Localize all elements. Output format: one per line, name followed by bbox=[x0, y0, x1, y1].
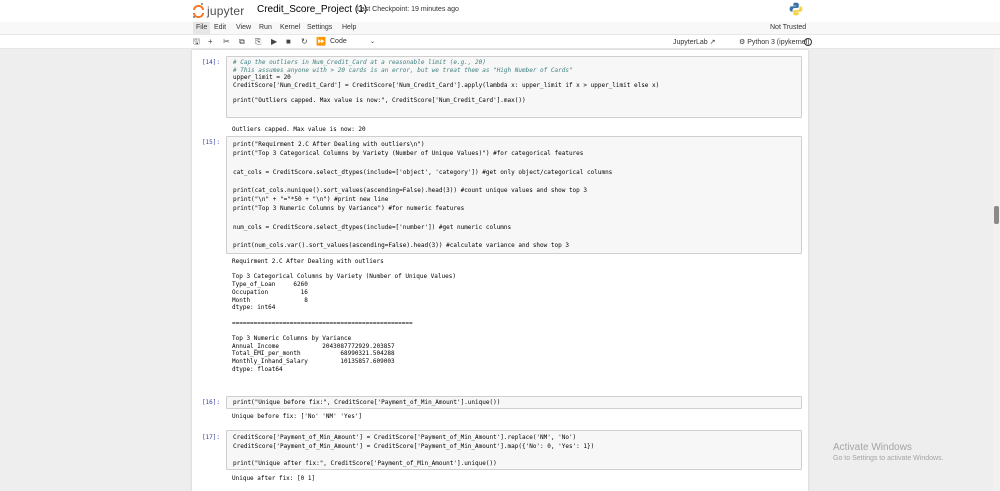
output-line: Requirment 2.C After Dealing with outlie… bbox=[232, 258, 384, 265]
stop-icon[interactable]: ■ bbox=[286, 37, 291, 47]
code-line: # Cap the outliers in Num_Credit_Card at… bbox=[233, 59, 486, 66]
scrollbar-thumb[interactable] bbox=[994, 206, 999, 224]
menu-edit[interactable]: Edit bbox=[214, 24, 226, 31]
code-line: print(cat_cols.nunique().sort_values(asc… bbox=[233, 187, 588, 195]
kernel-label: Python 3 (ipykernel) bbox=[747, 39, 810, 46]
cell-prompt: [15]: bbox=[201, 139, 220, 146]
code-line: print("\n" + "="*50 + "\n") #print new l… bbox=[233, 196, 389, 204]
cell-type-value: Code bbox=[330, 38, 347, 45]
output-line: Monthly_Inhand_Salary 10135857.609003 bbox=[232, 358, 395, 366]
code-line: print("Top 3 Categorical Columns by Vari… bbox=[233, 150, 584, 158]
code-line: CreditScore['Num_Credit_Card'] = CreditS… bbox=[233, 81, 660, 89]
notebook-area: [14]: # Cap the outliers in Num_Credit_C… bbox=[0, 50, 1000, 491]
cell-prompt: [16]: bbox=[201, 399, 220, 406]
output-line: Top 3 Categorical Columns by Variety (Nu… bbox=[232, 273, 456, 281]
menu-help[interactable]: Help bbox=[342, 24, 356, 31]
code-line: print("Top 3 Numeric Columns by Variance… bbox=[233, 205, 465, 213]
add-cell-icon[interactable]: + bbox=[208, 37, 213, 47]
scrollbar-track[interactable] bbox=[993, 50, 1000, 491]
output-line: Month 8 bbox=[232, 296, 308, 304]
save-icon[interactable]: 🖫 bbox=[193, 37, 200, 47]
jupyter-logo[interactable]: jupyter bbox=[193, 1, 253, 21]
cell-type-select[interactable]: Code ⌄ bbox=[330, 37, 378, 47]
menu-file[interactable]: File bbox=[193, 22, 211, 35]
output-line: dtype: int64 bbox=[232, 304, 276, 312]
notebook-title[interactable]: Credit_Score_Project (1) bbox=[257, 4, 367, 15]
kernel-name[interactable]: ⚙ Python 3 (ipykernel) bbox=[739, 38, 810, 46]
menu-kernel[interactable]: Kernel bbox=[280, 24, 300, 31]
output-line: Annual_Income 2043087772929.203857 bbox=[232, 342, 395, 350]
output-line: Unique before fix: ['No' 'NM' 'Yes'] bbox=[232, 413, 363, 420]
watermark-subtitle: Go to Settings to activate Windows. bbox=[833, 455, 944, 462]
output-line: Total_EMI_per_month 68990321.504288 bbox=[232, 350, 395, 358]
code-line: CreditScore['Payment_of_Min_Amount'] = C… bbox=[233, 434, 577, 441]
code-line: print("Unique after fix:", CreditScore['… bbox=[233, 460, 497, 468]
output-line: Occupation 16 bbox=[232, 288, 308, 296]
output-line: Unique after fix: [0 1] bbox=[232, 475, 316, 482]
logo-text: jupyter bbox=[207, 4, 245, 18]
code-editor[interactable]: CreditScore['Payment_of_Min_Amount'] = C… bbox=[227, 431, 801, 469]
watermark-title: Activate Windows bbox=[833, 442, 912, 453]
jupyterlab-link[interactable]: JupyterLab ↗ bbox=[673, 38, 715, 46]
menu-view[interactable]: View bbox=[236, 24, 251, 31]
cell-input[interactable]: CreditScore['Payment_of_Min_Amount'] = C… bbox=[226, 430, 802, 470]
jupyter-notebook-window: jupyter Credit_Score_Project (1) Last Ch… bbox=[0, 0, 1000, 491]
menu-bar: File Edit View Run Kernel Settings Help … bbox=[0, 22, 1000, 35]
kernel-status-icon bbox=[804, 38, 812, 46]
activate-windows-watermark: Activate Windows Go to Settings to activ… bbox=[833, 442, 944, 462]
code-line: cat_cols = CreditScore.select_dtypes(inc… bbox=[233, 168, 613, 176]
code-line: print(num_cols.var().sort_values(ascendi… bbox=[233, 242, 569, 250]
code-editor[interactable]: print("Unique before fix:", CreditScore[… bbox=[227, 397, 801, 407]
output-line: Top 3 Numeric Columns by Variance bbox=[232, 335, 352, 343]
output-line: Type_of_Loan 6260 bbox=[232, 281, 308, 289]
cut-icon[interactable]: ✂ bbox=[223, 37, 230, 47]
notebook-page: [14]: # Cap the outliers in Num_Credit_C… bbox=[192, 50, 808, 491]
run-icon[interactable]: ▶ bbox=[271, 37, 277, 47]
code-line: CreditScore['Payment_of_Min_Amount'] = C… bbox=[233, 442, 595, 450]
fast-forward-icon[interactable]: ⏩ bbox=[316, 37, 326, 47]
code-line: # This assumes anyone with > 20 cards is… bbox=[233, 66, 573, 74]
output-line: Outliers capped. Max value is now: 20 bbox=[232, 126, 366, 133]
code-line: num_cols = CreditScore.select_dtypes(inc… bbox=[233, 223, 512, 231]
code-line: upper_limit = 20 bbox=[233, 74, 291, 82]
cell-input[interactable]: print("Requirment 2.C After Dealing with… bbox=[226, 136, 802, 254]
notebook-toolbar: 🖫 + ✂ ⧉ ⎘ ▶ ■ ↻ ⏩ Code ⌄ JupyterLab ↗ ⚙ … bbox=[0, 35, 1000, 49]
gear-icon: ⚙ bbox=[739, 39, 746, 46]
jupyterlab-label: JupyterLab bbox=[673, 39, 708, 46]
external-link-icon: ↗ bbox=[709, 39, 716, 46]
output-line: dtype: float64 bbox=[232, 365, 283, 373]
paste-icon[interactable]: ⎘ bbox=[255, 37, 261, 47]
python-logo-icon bbox=[789, 2, 803, 16]
copy-icon[interactable]: ⧉ bbox=[239, 37, 245, 47]
menu-run[interactable]: Run bbox=[259, 24, 272, 31]
code-line: print("Requirment 2.C After Dealing with… bbox=[233, 141, 425, 148]
jupyter-logo-icon bbox=[193, 3, 204, 19]
header-bar: jupyter Credit_Score_Project (1) Last Ch… bbox=[0, 0, 1000, 22]
trust-status[interactable]: Not Trusted bbox=[770, 24, 806, 31]
code-editor[interactable]: # Cap the outliers in Num_Credit_Card at… bbox=[227, 57, 801, 105]
restart-icon[interactable]: ↻ bbox=[301, 37, 308, 47]
cell-input[interactable]: print("Unique before fix:", CreditScore[… bbox=[226, 396, 802, 409]
cell-input[interactable]: # Cap the outliers in Num_Credit_Card at… bbox=[226, 56, 802, 118]
cell-prompt: [14]: bbox=[201, 59, 220, 66]
code-line: print("Outliers capped. Max value is now… bbox=[233, 96, 526, 104]
checkpoint-status: Last Checkpoint: 19 minutes ago bbox=[357, 6, 459, 13]
chevron-down-icon: ⌄ bbox=[369, 39, 375, 45]
code-editor[interactable]: print("Requirment 2.C After Dealing with… bbox=[227, 137, 801, 250]
menu-settings[interactable]: Settings bbox=[307, 24, 332, 31]
cell-output: Unique after fix: [0 1] bbox=[232, 475, 315, 483]
output-line: ========================================… bbox=[232, 319, 413, 327]
cell-prompt: [17]: bbox=[201, 434, 220, 441]
cell-output: Requirment 2.C After Dealing with outlie… bbox=[232, 258, 456, 374]
code-line: print("Unique before fix:", CreditScore[… bbox=[233, 399, 501, 406]
cell-output: Unique before fix: ['No' 'NM' 'Yes'] bbox=[232, 413, 362, 421]
cell-output: Outliers capped. Max value is now: 20 bbox=[232, 126, 366, 134]
